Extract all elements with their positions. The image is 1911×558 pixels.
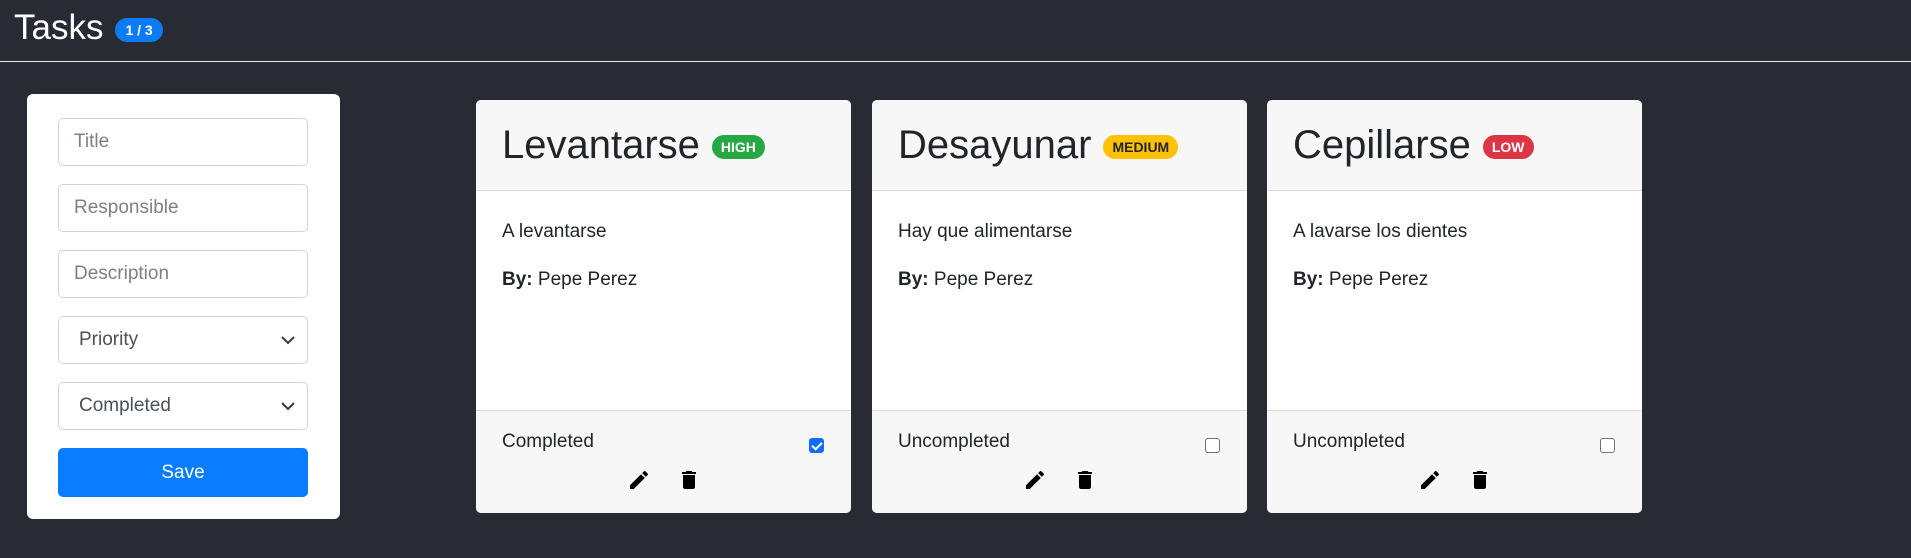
task-card: Cepillarse LOW A lavarse los dientes By:… xyxy=(1267,100,1642,513)
task-count-badge: 1 / 3 xyxy=(115,18,163,42)
task-responsible: By: Pepe Perez xyxy=(502,269,825,291)
priority-badge: HIGH xyxy=(711,135,765,159)
task-actions xyxy=(1267,468,1642,492)
completed-checkbox[interactable] xyxy=(809,438,824,453)
card-footer: Uncompleted xyxy=(872,410,1247,513)
completed-select[interactable]: Completed xyxy=(58,382,308,430)
task-status: Uncompleted xyxy=(1293,431,1405,452)
app-title-text: Tasks xyxy=(14,8,104,47)
task-status: Uncompleted xyxy=(898,431,1010,452)
pencil-icon[interactable] xyxy=(1023,468,1047,492)
completed-checkbox[interactable] xyxy=(1205,438,1220,453)
card-footer: Completed xyxy=(476,410,851,513)
completed-checkbox[interactable] xyxy=(1600,438,1615,453)
pencil-icon[interactable] xyxy=(627,468,651,492)
chevron-down-icon xyxy=(281,336,295,345)
chevron-down-icon xyxy=(281,402,295,411)
priority-select-value: Priority xyxy=(79,329,139,350)
task-form: Priority Completed Save xyxy=(27,94,340,519)
task-card: Desayunar MEDIUM Hay que alimentarse By:… xyxy=(872,100,1247,513)
by-label: By: xyxy=(502,269,533,290)
task-actions xyxy=(872,468,1247,492)
description-input[interactable] xyxy=(74,263,292,285)
card-body: A levantarse By: Pepe Perez xyxy=(476,191,851,410)
responsible-name: Pepe Perez xyxy=(1328,269,1429,290)
navbar: Tasks 1 / 3 xyxy=(0,0,1911,62)
trash-icon[interactable] xyxy=(1468,468,1492,492)
priority-select[interactable]: Priority xyxy=(58,316,308,364)
responsible-input[interactable] xyxy=(74,197,292,219)
task-responsible: By: Pepe Perez xyxy=(1293,269,1616,291)
title-input[interactable] xyxy=(74,131,292,153)
task-status: Completed xyxy=(502,431,594,452)
card-header: Cepillarse LOW xyxy=(1267,100,1642,191)
app-title: Tasks 1 / 3 xyxy=(14,8,163,48)
task-description: A lavarse los dientes xyxy=(1293,221,1468,242)
task-card: Levantarse HIGH A levantarse By: Pepe Pe… xyxy=(476,100,851,513)
card-body: Hay que alimentarse By: Pepe Perez xyxy=(872,191,1247,410)
pencil-icon[interactable] xyxy=(1418,468,1442,492)
by-label: By: xyxy=(898,269,929,290)
task-actions xyxy=(476,468,851,492)
priority-badge: MEDIUM xyxy=(1103,135,1179,159)
description-field[interactable] xyxy=(58,250,308,298)
task-description: A levantarse xyxy=(502,221,607,242)
trash-icon[interactable] xyxy=(1073,468,1097,492)
task-description: Hay que alimentarse xyxy=(898,221,1073,242)
responsible-name: Pepe Perez xyxy=(933,269,1034,290)
completed-select-value: Completed xyxy=(79,395,171,416)
title-field[interactable] xyxy=(58,118,308,166)
responsible-name: Pepe Perez xyxy=(537,269,638,290)
by-label: By: xyxy=(1293,269,1324,290)
trash-icon[interactable] xyxy=(677,468,701,492)
card-footer: Uncompleted xyxy=(1267,410,1642,513)
card-body: A lavarse los dientes By: Pepe Perez xyxy=(1267,191,1642,410)
priority-badge: LOW xyxy=(1482,135,1534,159)
card-header: Levantarse HIGH xyxy=(476,100,851,191)
task-title: Cepillarse xyxy=(1293,122,1471,167)
card-header: Desayunar MEDIUM xyxy=(872,100,1247,191)
save-button[interactable]: Save xyxy=(58,448,308,497)
task-title: Desayunar xyxy=(898,122,1092,167)
task-responsible: By: Pepe Perez xyxy=(898,269,1221,291)
task-title: Levantarse xyxy=(502,122,700,167)
responsible-field[interactable] xyxy=(58,184,308,232)
